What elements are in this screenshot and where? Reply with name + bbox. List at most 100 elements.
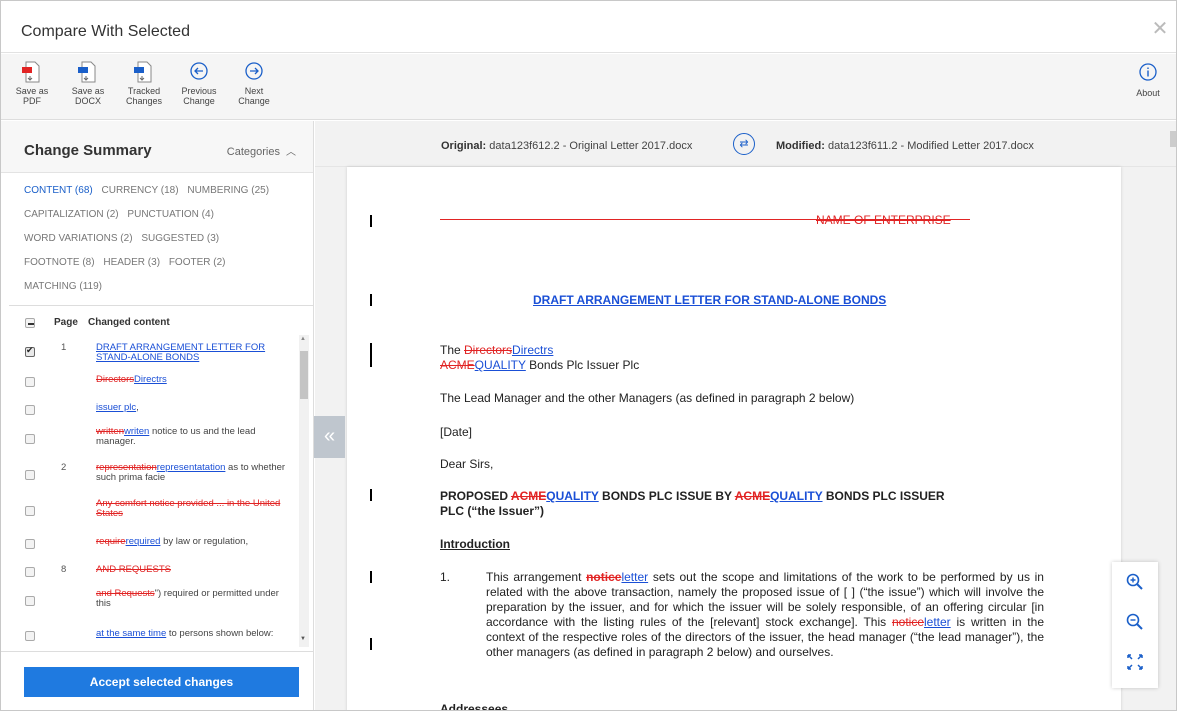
salutation-line: Dear Sirs, [440, 457, 494, 471]
select-all-checkbox[interactable] [25, 318, 35, 328]
row-checkbox[interactable] [25, 377, 35, 387]
arrow-right-circle-icon [245, 62, 263, 80]
categories-toggle[interactable]: Categories ︿ [227, 143, 296, 158]
doc-text: PROPOSED [440, 489, 511, 503]
tracked-changes-icon [134, 61, 152, 83]
row-checkbox[interactable] [25, 596, 35, 606]
row-content: writtenwriten notice to us and the lead … [96, 427, 286, 447]
scrollbar-thumb[interactable] [300, 351, 308, 399]
category-filters: CONTENT (68) CURRENCY (18) NUMBERING (25… [24, 179, 304, 299]
document-page: NAME OF ENTERPRISE DRAFT ARRANGEMENT LET… [347, 167, 1121, 710]
deleted-text: notice [891, 615, 924, 629]
previous-change-button[interactable]: Previous Change [176, 60, 222, 106]
row-checkbox[interactable] [25, 567, 35, 577]
row-page: 8 [61, 564, 67, 575]
changes-list: 1 DRAFT ARRANGEMENT LETTER FOR STAND-ALO… [1, 339, 299, 645]
row-content: issuer plc, [96, 403, 286, 413]
next-change-button[interactable]: Next Change [231, 60, 277, 106]
inserted-text: at the same time [96, 628, 167, 639]
zoom-in-icon[interactable] [1123, 572, 1147, 596]
deleted-text: require [96, 536, 126, 547]
accept-selected-changes-button[interactable]: Accept selected changes [24, 667, 299, 697]
scroll-up-icon[interactable]: ▲ [300, 336, 306, 342]
fit-to-screen-icon[interactable] [1123, 652, 1147, 676]
category-numbering[interactable]: NUMBERING (25) [187, 185, 269, 196]
category-footnote[interactable]: FOOTNOTE (8) [24, 257, 95, 268]
deleted-text: ACME [734, 489, 771, 503]
change-summary-header: Change Summary Categories ︿ [1, 121, 313, 173]
change-summary-panel: Change Summary Categories ︿ CONTENT (68) … [1, 121, 314, 710]
deleted-text: Any comfort notice provided ... in the U… [96, 498, 281, 519]
deleted-text: ACME [510, 489, 547, 503]
save-pdf-label-2: PDF [23, 96, 41, 106]
row-page: 2 [61, 462, 67, 473]
category-content[interactable]: CONTENT (68) [24, 185, 93, 196]
category-footer[interactable]: FOOTER (2) [169, 257, 226, 268]
change-bar [370, 294, 372, 306]
paragraph-body: This arrangement noticeletter sets out t… [486, 570, 1044, 660]
row-checkbox[interactable] [25, 405, 35, 415]
tracked-label-2: Changes [125, 96, 163, 106]
collapse-panel-button[interactable]: « [314, 416, 345, 458]
row-checkbox[interactable] [25, 434, 35, 444]
row-content: DirectorsDirectrs [96, 375, 286, 385]
row-checkbox[interactable] [25, 631, 35, 641]
next-label-2: Change [238, 96, 270, 106]
row-checkbox[interactable] [25, 345, 35, 357]
deleted-text: AND REQUESTS [96, 564, 171, 575]
context-text: by law or regulation, [160, 536, 249, 547]
pdf-file-icon [22, 61, 40, 83]
next-label-1: Next [244, 86, 264, 96]
context-text: , [136, 402, 139, 413]
info-icon [1139, 63, 1157, 81]
title-bar: Compare With Selected ✕ [1, 1, 1176, 53]
save-as-pdf-button[interactable]: Save as PDF [9, 60, 55, 106]
deleted-text: notice [586, 570, 622, 584]
document-heading: DRAFT ARRANGEMENT LETTER FOR STAND-ALONE… [533, 293, 887, 307]
change-summary-title: Change Summary [24, 142, 152, 159]
page-column-header: Page [54, 317, 78, 328]
inserted-text: letter [621, 570, 649, 584]
addressee-line: The DirectorsDirectrs [440, 343, 553, 357]
row-content: and Requests") required or permitted und… [96, 589, 286, 609]
about-label: About [1136, 88, 1160, 98]
document-scrollbar-thumb[interactable] [1170, 131, 1176, 147]
category-punctuation[interactable]: PUNCTUATION (4) [127, 209, 213, 220]
save-as-docx-button[interactable]: Save as DOCX [65, 60, 111, 106]
inserted-text: issuer plc [96, 402, 137, 413]
content-column-header: Changed content [88, 317, 170, 328]
save-docx-label-1: Save as [71, 86, 105, 96]
category-suggested[interactable]: SUGGESTED (3) [141, 233, 219, 244]
row-checkbox[interactable] [25, 506, 35, 516]
inserted-text: letter [924, 615, 951, 629]
category-currency[interactable]: CURRENCY (18) [102, 185, 179, 196]
tracked-changes-button[interactable]: Tracked Changes [121, 60, 167, 106]
compare-bar: Original: data123f612.2 - Original Lette… [315, 121, 1176, 167]
zoom-out-icon[interactable] [1123, 612, 1147, 636]
category-matching[interactable]: MATCHING (119) [24, 281, 102, 292]
row-content: representationrepresentatation as to whe… [96, 463, 286, 483]
context-text: to persons shown below: [166, 628, 274, 639]
accept-area: Accept selected changes [1, 651, 313, 710]
swap-icon[interactable]: ⇄ [733, 133, 755, 155]
docx-file-icon [78, 61, 96, 83]
inserted-text: QUALITY [546, 489, 599, 503]
scroll-down-icon[interactable]: ▼ [300, 636, 306, 642]
row-content: at the same time to persons shown below: [96, 629, 286, 639]
row-checkbox[interactable] [25, 470, 35, 480]
document-view: Original: data123f612.2 - Original Lette… [315, 121, 1176, 710]
divider [9, 305, 314, 306]
inserted-text: representatation [156, 462, 226, 473]
about-button[interactable]: About [1128, 62, 1168, 98]
category-word-variations[interactable]: WORD VARIATIONS (2) [24, 233, 133, 244]
paragraph-number: 1. [440, 570, 451, 584]
original-file-name: data123f612.2 - Original Letter 2017.doc… [489, 140, 693, 152]
doc-text: Bonds Plc Issuer Plc [525, 358, 640, 372]
row-content: AND REQUESTS [96, 565, 286, 575]
close-icon[interactable]: ✕ [1150, 19, 1170, 39]
category-header[interactable]: HEADER (3) [103, 257, 160, 268]
inserted-text: DRAFT ARRANGEMENT LETTER FOR STAND-ALONE… [96, 342, 266, 363]
category-capitalization[interactable]: CAPITALIZATION (2) [24, 209, 119, 220]
lead-manager-line: The Lead Manager and the other Managers … [440, 391, 855, 405]
row-checkbox[interactable] [25, 539, 35, 549]
